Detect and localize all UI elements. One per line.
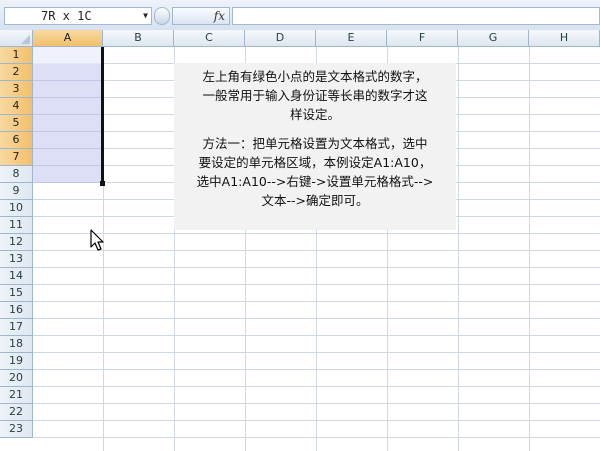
column-header-d[interactable]: D [245, 30, 316, 47]
name-box[interactable]: 7R x 1C ▼ [4, 7, 152, 25]
row-header-6[interactable]: 6 [0, 132, 33, 149]
row-header-20[interactable]: 20 [0, 370, 33, 387]
mouse-pointer-icon [90, 229, 104, 251]
row-header-4[interactable]: 4 [0, 98, 33, 115]
active-cell[interactable] [33, 47, 103, 64]
row-header-15[interactable]: 15 [0, 285, 33, 302]
row-header-16[interactable]: 16 [0, 302, 33, 319]
formula-bar: 7R x 1C ▼ fx [0, 0, 600, 31]
formula-input[interactable] [232, 7, 600, 25]
row-header-10[interactable]: 10 [0, 200, 33, 217]
row-header-18[interactable]: 18 [0, 336, 33, 353]
note-paragraph-2: 方法一：把单元格设置为文本格式，选中 要设定的单元格区域，本例设定A1:A10，… [196, 136, 434, 208]
column-header-b[interactable]: B [103, 30, 174, 47]
column-headers: ABCDEFGH [33, 30, 600, 47]
selected-range[interactable] [33, 47, 103, 183]
column-header-h[interactable]: H [529, 30, 600, 47]
row-header-1[interactable]: 1 [0, 47, 33, 64]
row-header-22[interactable]: 22 [0, 404, 33, 421]
text-box-shape[interactable]: 左上角有绿色小点的是文本格式的数字， 一般常用于输入身份证等长串的数字才这 样设… [174, 63, 456, 230]
worksheet-grid: 左上角有绿色小点的是文本格式的数字， 一般常用于输入身份证等长串的数字才这 样设… [0, 30, 600, 451]
row-header-14[interactable]: 14 [0, 268, 33, 285]
insert-function-button[interactable]: fx [172, 7, 230, 25]
row-header-11[interactable]: 11 [0, 217, 33, 234]
fill-handle[interactable] [100, 181, 105, 186]
column-header-a[interactable]: A [33, 30, 103, 47]
row-header-19[interactable]: 19 [0, 353, 33, 370]
column-header-e[interactable]: E [316, 30, 387, 47]
select-all-button[interactable] [0, 30, 33, 47]
row-header-12[interactable]: 12 [0, 234, 33, 251]
row-header-2[interactable]: 2 [0, 64, 33, 81]
selection-border [101, 47, 104, 183]
row-header-3[interactable]: 3 [0, 81, 33, 98]
column-header-c[interactable]: C [174, 30, 245, 47]
row-header-7[interactable]: 7 [0, 149, 33, 166]
row-header-21[interactable]: 21 [0, 387, 33, 404]
row-header-5[interactable]: 5 [0, 115, 33, 132]
fx-icon: fx [213, 9, 225, 23]
column-header-f[interactable]: F [387, 30, 458, 47]
row-header-17[interactable]: 17 [0, 319, 33, 336]
row-header-9[interactable]: 9 [0, 183, 33, 200]
name-box-value: 7R x 1C [41, 9, 92, 23]
note-paragraph-1: 左上角有绿色小点的是文本格式的数字， 一般常用于输入身份证等长串的数字才这 样设… [202, 69, 428, 122]
row-header-13[interactable]: 13 [0, 251, 33, 268]
chevron-down-icon[interactable]: ▼ [143, 8, 148, 24]
row-header-23[interactable]: 23 [0, 421, 33, 438]
row-header-8[interactable]: 8 [0, 166, 33, 183]
splitter-handle[interactable] [154, 7, 170, 25]
column-header-g[interactable]: G [458, 30, 529, 47]
